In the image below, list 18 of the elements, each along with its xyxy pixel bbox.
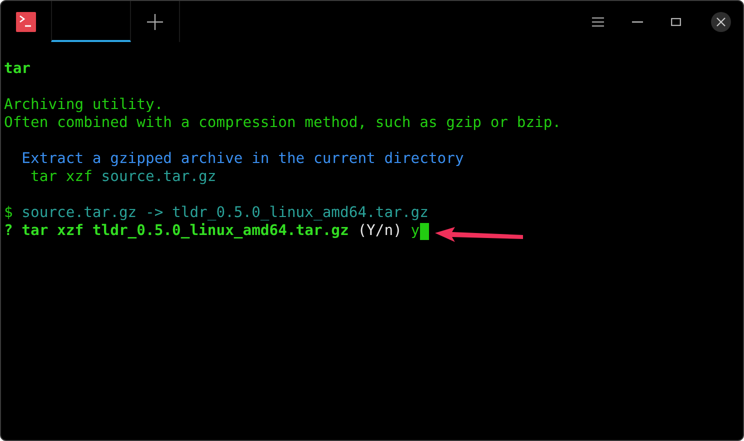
terminal-text: (Y/n) xyxy=(356,222,402,240)
terminal-tab[interactable] xyxy=(51,1,131,42)
terminal-text: Extract a gzipped archive in the current directory xyxy=(20,150,464,168)
new-tab-plus-icon[interactable] xyxy=(147,14,163,30)
terminal-text: ? tar xzf tldr_0.5.0_linux_amd64.tar.gz xyxy=(4,222,349,240)
terminal-text: tar xzf xyxy=(30,168,92,186)
terminal-text: source.tar.gz -> tldr_0.5.0_linux_amd64.tar.gz xyxy=(20,204,428,222)
terminal-text: Often combined with a compression method, such as gzip or bzip. xyxy=(4,114,562,132)
terminal-text: $ xyxy=(4,204,13,222)
terminal-app-icon xyxy=(16,12,36,32)
maximize-icon[interactable] xyxy=(671,18,681,26)
terminal-text: Archiving utility. xyxy=(4,96,164,114)
close-icon[interactable] xyxy=(711,12,731,32)
terminal-text: y xyxy=(410,222,420,240)
terminal-text: tar xyxy=(4,60,31,78)
minimize-icon[interactable] xyxy=(632,20,643,22)
terminal-text: source.tar.gz xyxy=(100,168,216,186)
menu-icon[interactable] xyxy=(592,16,604,26)
